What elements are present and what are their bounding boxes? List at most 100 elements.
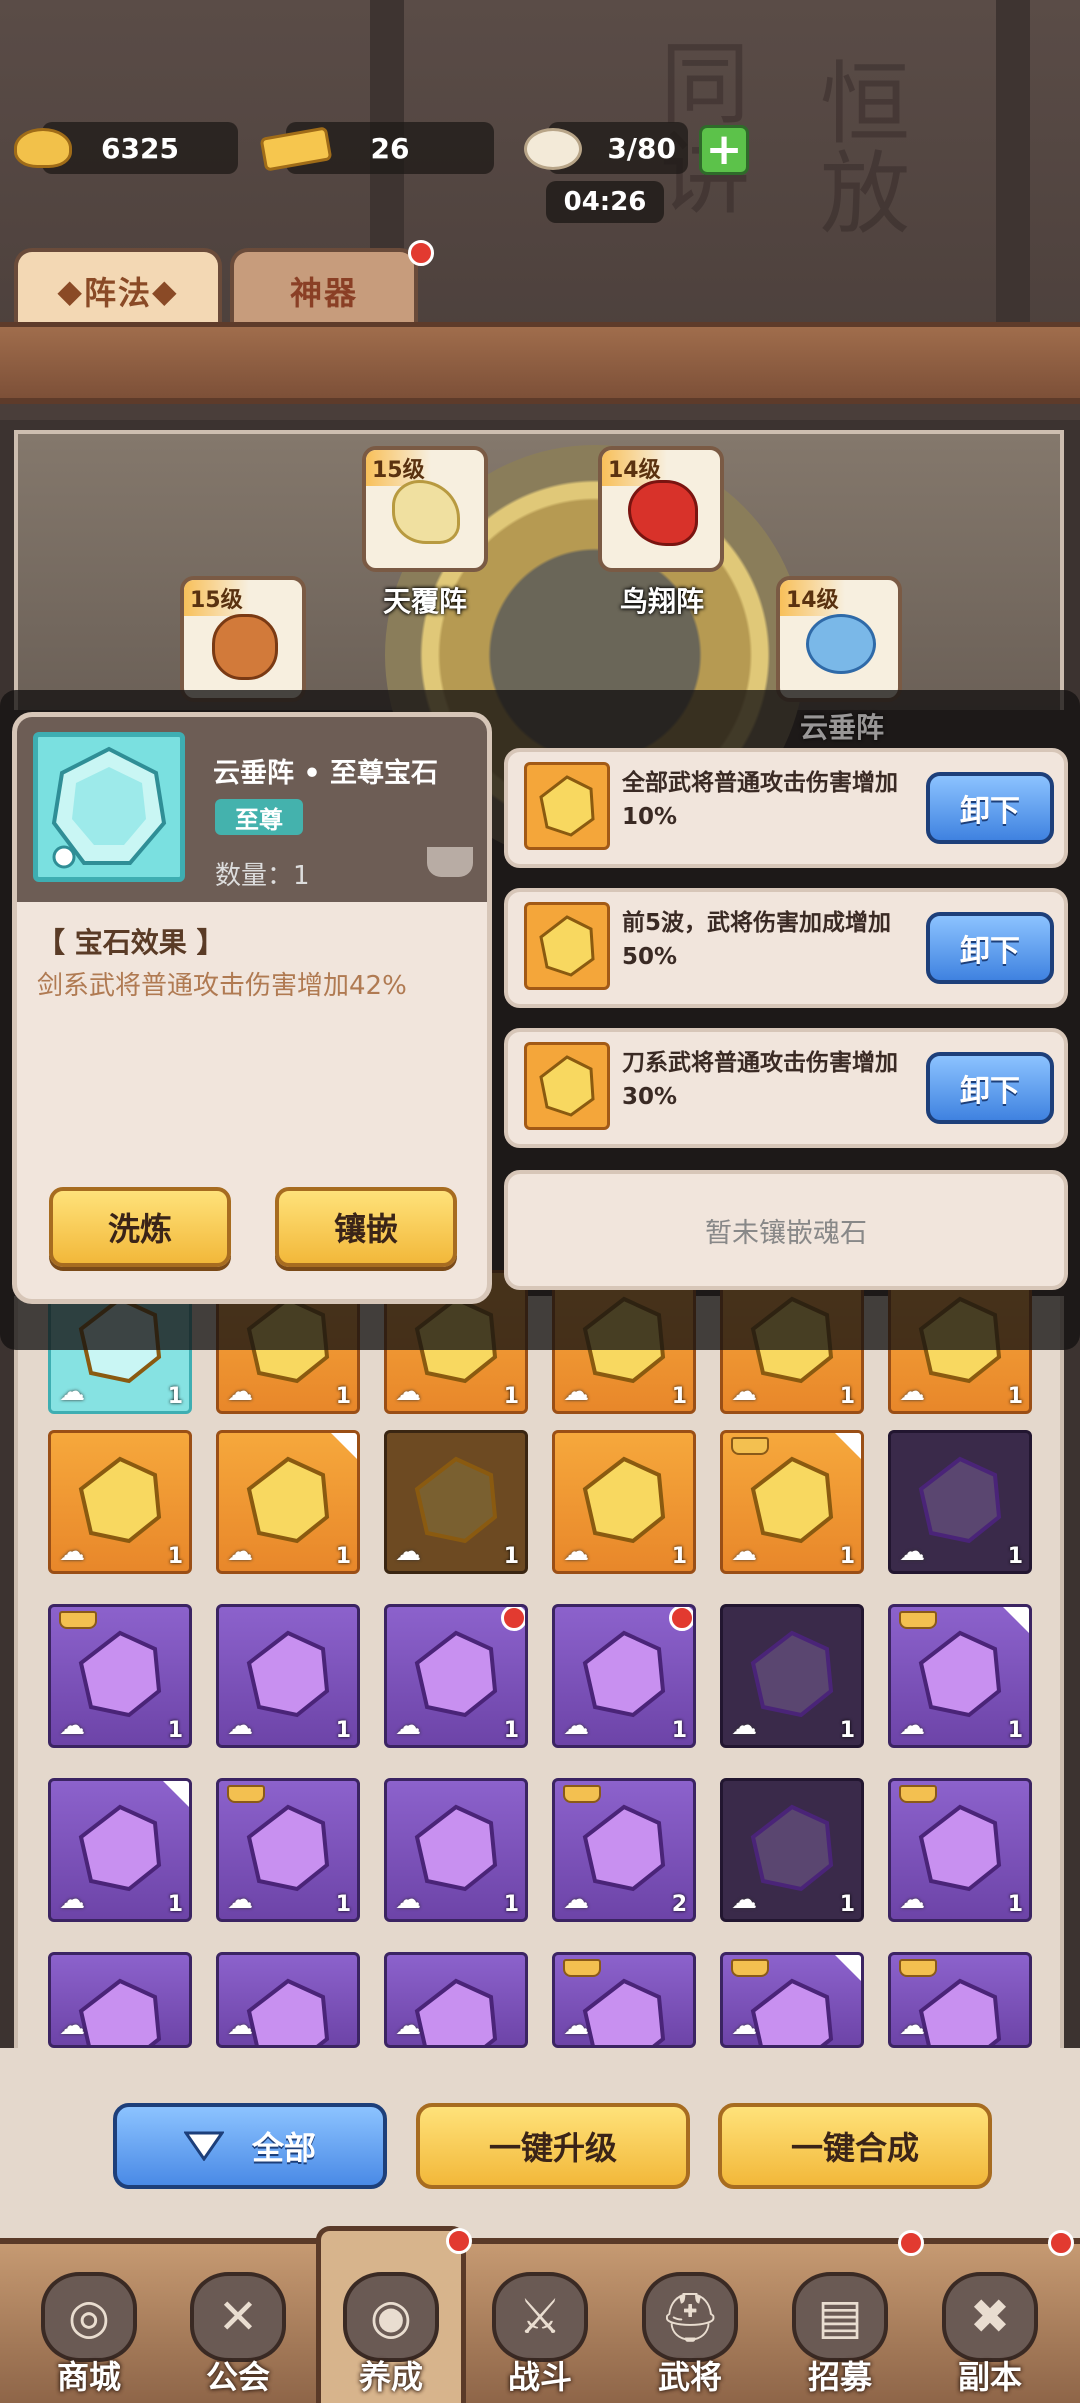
yellow-gem-icon: [524, 1042, 610, 1130]
gem-tile[interactable]: ☁ 1: [48, 1778, 192, 1922]
effect-header: 【 宝石效果 】: [37, 926, 225, 959]
gem-tile[interactable]: ☁ 1: [552, 1430, 696, 1574]
crane-icon: [392, 480, 460, 544]
upgrade-all-button[interactable]: 一键升级: [416, 2103, 690, 2189]
crown-icon: [899, 1959, 937, 1977]
crown-icon: [731, 1437, 769, 1455]
element-icon: ☁: [563, 1377, 589, 1407]
element-icon: ☁: [59, 1885, 85, 1915]
element-icon: ☁: [227, 1537, 253, 1567]
element-icon: ☁: [563, 1885, 589, 1915]
element-icon: ☁: [59, 1711, 85, 1741]
element-icon: ☁: [731, 1711, 757, 1741]
inlay-button[interactable]: 镶嵌: [275, 1187, 457, 1267]
nav-recruit[interactable]: ▤ 招募: [765, 2248, 915, 2398]
gem-tile[interactable]: ☁ 1: [216, 1430, 360, 1574]
phoenix-icon: [628, 480, 698, 546]
gem-tile[interactable]: ☁ 1: [720, 1604, 864, 1748]
nav-battle[interactable]: ⚔ 战斗: [465, 2248, 615, 2398]
gem-tile[interactable]: ☁: [888, 1952, 1032, 2048]
gem-count: 1: [1007, 1384, 1023, 1409]
notification-dot: [408, 240, 434, 266]
gem-tile[interactable]: ☁ 1: [48, 1604, 192, 1748]
tab-artifact[interactable]: 神器: [230, 248, 418, 330]
nav-dungeon[interactable]: ✖ 副本: [915, 2248, 1065, 2398]
formation-card-yunchui[interactable]: 14级: [776, 576, 902, 702]
map-icon: ✖: [942, 2272, 1038, 2362]
background-calligraphy: 恒放: [820, 52, 910, 247]
background-pillar: [996, 0, 1030, 330]
gem-tile[interactable]: ☁: [384, 1952, 528, 2048]
gem-tile[interactable]: ☁ 1: [216, 1604, 360, 1748]
soul-stone-slot: 全部武将普通攻击伤害增加10% 卸下: [504, 748, 1068, 868]
gem-title: 云垂阵 • 至尊宝石: [213, 758, 439, 789]
nav-develop[interactable]: ◉ 养成: [316, 2248, 466, 2398]
gem-tile[interactable]: ☁ 1: [888, 1430, 1032, 1574]
gem-tile[interactable]: ☁ 1: [720, 1430, 864, 1574]
slot-effect-text: 刀系武将普通攻击伤害增加30%: [622, 1050, 898, 1110]
corner-marker: [835, 1955, 861, 1981]
gem-count: 1: [167, 1384, 183, 1409]
unequip-button[interactable]: 卸下: [926, 772, 1054, 844]
gem-count: 1: [1007, 1718, 1023, 1743]
refine-button[interactable]: 洗炼: [49, 1187, 231, 1267]
tab-formation[interactable]: ◆ 阵法 ◆: [14, 248, 222, 330]
gem-tile[interactable]: ☁ 1: [888, 1604, 1032, 1748]
gem-tile[interactable]: ☁: [48, 1952, 192, 2048]
yellow-gem-icon: [524, 762, 610, 850]
gem-count: 1: [671, 1384, 687, 1409]
unequip-button[interactable]: 卸下: [926, 1052, 1054, 1124]
gem-count: 1: [503, 1384, 519, 1409]
slot-effect-text: 前5波，武将伤害加成增加50%: [622, 910, 892, 970]
gem-portrait: [33, 732, 185, 882]
gem-tile[interactable]: ☁ 1: [216, 1778, 360, 1922]
gem-detail-panel: 云垂阵 • 至尊宝石 至尊 数量：1 【 宝石效果 】 剑系武将普通攻击伤害增加…: [12, 712, 492, 1304]
filter-dropdown[interactable]: 全部: [113, 2103, 387, 2189]
soul-stone-slot: 刀系武将普通攻击伤害增加30% 卸下: [504, 1028, 1068, 1148]
element-icon: ☁: [227, 1711, 253, 1741]
notification-dot: [501, 1607, 525, 1631]
stamina-timer: 04:26: [546, 181, 664, 223]
gem-tile[interactable]: ☁: [552, 1952, 696, 2048]
gem-quantity: 数量：1: [215, 861, 310, 891]
gem-count: 2: [671, 1892, 687, 1917]
element-icon: ☁: [59, 2011, 85, 2041]
element-icon: ☁: [899, 1377, 925, 1407]
element-icon: ☁: [731, 1377, 757, 1407]
gem-tile[interactable]: ☁ 1: [384, 1430, 528, 1574]
gem-count: 1: [503, 1718, 519, 1743]
nav-generals[interactable]: ⛑ 武将: [615, 2248, 765, 2398]
unequip-button[interactable]: 卸下: [926, 912, 1054, 984]
gem-count: 1: [1007, 1544, 1023, 1569]
gem-tile[interactable]: ☁ 1: [384, 1778, 528, 1922]
gem-tile[interactable]: ☁ 1: [720, 1778, 864, 1922]
gem-tile[interactable]: ☁: [720, 1952, 864, 2048]
gem-tile[interactable]: ☁ 2: [552, 1778, 696, 1922]
element-icon: ☁: [563, 1537, 589, 1567]
level-badge: 15级: [184, 580, 249, 616]
gem-tile[interactable]: ☁ 1: [384, 1604, 528, 1748]
empty-soul-stone-slot[interactable]: 暂未镶嵌魂石: [504, 1170, 1068, 1290]
gem-tile[interactable]: ☁ 1: [48, 1430, 192, 1574]
element-icon: ☁: [899, 1537, 925, 1567]
add-stamina-button[interactable]: +: [699, 125, 749, 175]
merge-all-button[interactable]: 一键合成: [718, 2103, 992, 2189]
element-icon: ☁: [227, 1885, 253, 1915]
formation-card-dragon[interactable]: 15级: [180, 576, 306, 702]
tier-badge: 至尊: [215, 799, 303, 835]
formation-card-niaoxiang[interactable]: 14级: [598, 446, 724, 572]
formation-card-tianfu[interactable]: 15级: [362, 446, 488, 572]
nav-shop[interactable]: ◎ 商城: [14, 2248, 164, 2398]
gem-count: 1: [335, 1718, 351, 1743]
slot-effect-text: 全部武将普通攻击伤害增加10%: [622, 770, 898, 830]
gem-tile[interactable]: ☁ 1: [552, 1604, 696, 1748]
formation-name: 云垂阵: [799, 711, 884, 744]
coin-icon: ◎: [41, 2272, 137, 2362]
gem-tile[interactable]: ☁: [216, 1952, 360, 2048]
crown-icon: [731, 1959, 769, 1977]
nav-guild[interactable]: ✕ 公会: [163, 2248, 313, 2398]
dragon-icon: [212, 614, 278, 680]
element-icon: ☁: [563, 2011, 589, 2041]
gem-tile[interactable]: ☁ 1: [888, 1778, 1032, 1922]
gem-count: 1: [335, 1544, 351, 1569]
